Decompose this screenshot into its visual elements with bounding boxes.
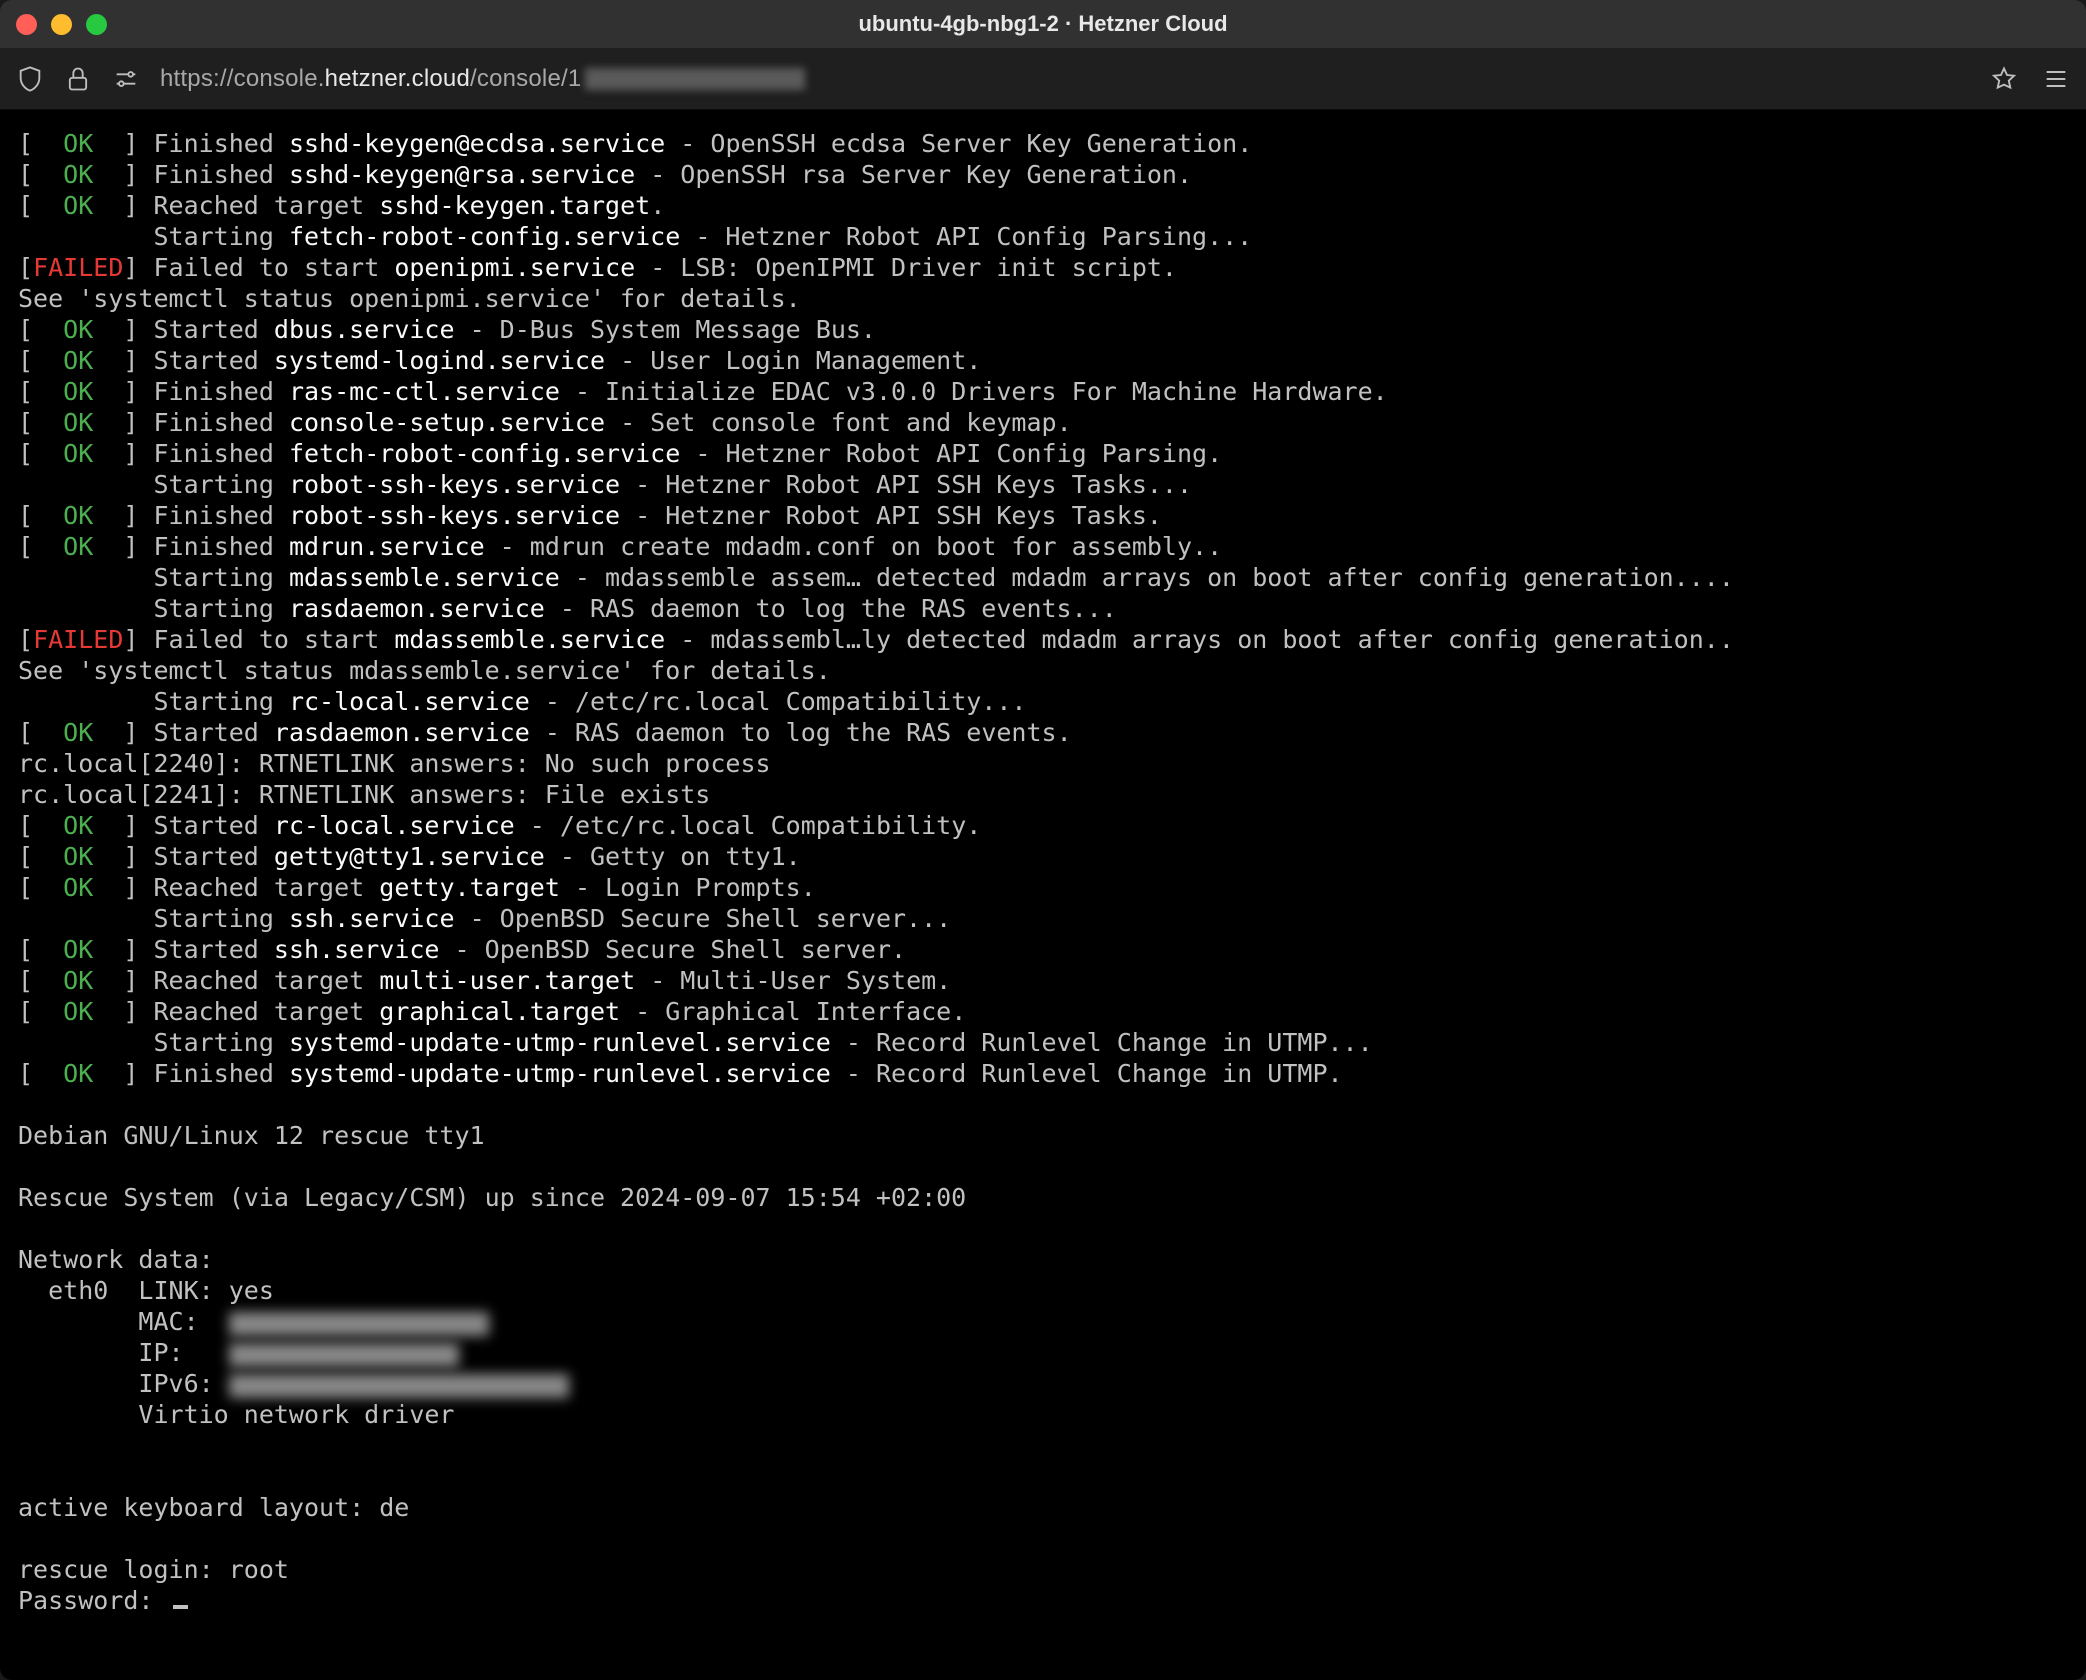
terminal-line: Starting systemd-update-utmp-runlevel.se…: [18, 1027, 2068, 1058]
terminal-line: Starting robot-ssh-keys.service - Hetzne…: [18, 469, 2068, 500]
site-settings-icon[interactable]: [112, 65, 140, 93]
terminal-line: Rescue System (via Legacy/CSM) up since …: [18, 1182, 2068, 1213]
terminal-line: [18, 1430, 2068, 1461]
terminal-line: [ OK ] Finished ras-mc-ctl.service - Ini…: [18, 376, 2068, 407]
terminal-line: Starting fetch-robot-config.service - He…: [18, 221, 2068, 252]
close-icon[interactable]: [16, 14, 37, 35]
url-proto: https://: [160, 65, 234, 92]
hamburger-menu-icon[interactable]: [2042, 65, 2070, 93]
terminal-line: Network data:: [18, 1244, 2068, 1275]
shield-icon[interactable]: [16, 65, 44, 93]
maximize-icon[interactable]: [86, 14, 107, 35]
terminal-line: rescue login: root: [18, 1554, 2068, 1585]
url-path: /console/1: [470, 65, 581, 92]
terminal-line: [18, 1151, 2068, 1182]
terminal-line: [ OK ] Reached target graphical.target -…: [18, 996, 2068, 1027]
cursor: [173, 1605, 188, 1609]
lock-icon[interactable]: [64, 65, 92, 93]
star-icon[interactable]: [1990, 65, 2018, 93]
url-bar: https://console.hetzner.cloud/console/1: [0, 48, 2086, 110]
window-controls: [16, 14, 107, 35]
terminal-line: [ OK ] Finished robot-ssh-keys.service -…: [18, 500, 2068, 531]
terminal-line: Debian GNU/Linux 12 rescue tty1: [18, 1120, 2068, 1151]
terminal-line: [18, 1213, 2068, 1244]
terminal-line: Virtio network driver: [18, 1399, 2068, 1430]
terminal-line: [ OK ] Started ssh.service - OpenBSD Sec…: [18, 934, 2068, 965]
browser-window: ubuntu-4gb-nbg1-2 · Hetzner Cloud https:…: [0, 0, 2086, 1680]
terminal-line: See 'systemctl status openipmi.service' …: [18, 283, 2068, 314]
terminal-line: [18, 1461, 2068, 1492]
url-input[interactable]: https://console.hetzner.cloud/console/1: [160, 65, 1970, 93]
terminal-line: [18, 1523, 2068, 1554]
terminal-line: rc.local[2240]: RTNETLINK answers: No su…: [18, 748, 2068, 779]
terminal-line: [FAILED] Failed to start mdassemble.serv…: [18, 624, 2068, 655]
terminal-line: [ OK ] Started rasdaemon.service - RAS d…: [18, 717, 2068, 748]
terminal-line: IPv6:: [18, 1368, 2068, 1399]
terminal-line: See 'systemctl status mdassemble.service…: [18, 655, 2068, 686]
terminal-line: Starting rc-local.service - /etc/rc.loca…: [18, 686, 2068, 717]
terminal-line: [ OK ] Finished sshd-keygen@ecdsa.servic…: [18, 128, 2068, 159]
terminal-line: [ OK ] Finished fetch-robot-config.servi…: [18, 438, 2068, 469]
terminal-line: [ OK ] Reached target multi-user.target …: [18, 965, 2068, 996]
terminal-line: Starting rasdaemon.service - RAS daemon …: [18, 593, 2068, 624]
terminal-line: active keyboard layout: de: [18, 1492, 2068, 1523]
terminal-line: Starting mdassemble.service - mdassemble…: [18, 562, 2068, 593]
minimize-icon[interactable]: [51, 14, 72, 35]
terminal-line: eth0 LINK: yes: [18, 1275, 2068, 1306]
terminal-line: [ OK ] Finished console-setup.service - …: [18, 407, 2068, 438]
terminal-line: [ OK ] Started rc-local.service - /etc/r…: [18, 810, 2068, 841]
terminal-line: [18, 1089, 2068, 1120]
terminal-line: IP:: [18, 1337, 2068, 1368]
window-title: ubuntu-4gb-nbg1-2 · Hetzner Cloud: [858, 11, 1227, 37]
terminal-line: [ OK ] Finished systemd-update-utmp-runl…: [18, 1058, 2068, 1089]
terminal-line: [ OK ] Finished sshd-keygen@rsa.service …: [18, 159, 2068, 190]
terminal-line: [ OK ] Finished mdrun.service - mdrun cr…: [18, 531, 2068, 562]
terminal[interactable]: [ OK ] Finished sshd-keygen@ecdsa.servic…: [0, 110, 2086, 1680]
terminal-line: [ OK ] Reached target sshd-keygen.target…: [18, 190, 2068, 221]
url-host-pre: console.: [234, 65, 325, 92]
terminal-line: [ OK ] Started getty@tty1.service - Gett…: [18, 841, 2068, 872]
terminal-line: [ OK ] Started systemd-logind.service - …: [18, 345, 2068, 376]
titlebar: ubuntu-4gb-nbg1-2 · Hetzner Cloud: [0, 0, 2086, 48]
url-redacted: [585, 68, 805, 90]
terminal-line: [ OK ] Reached target getty.target - Log…: [18, 872, 2068, 903]
terminal-line: [ OK ] Started dbus.service - D-Bus Syst…: [18, 314, 2068, 345]
terminal-line: rc.local[2241]: RTNETLINK answers: File …: [18, 779, 2068, 810]
terminal-line: [FAILED] Failed to start openipmi.servic…: [18, 252, 2068, 283]
url-host: hetzner.cloud: [325, 65, 470, 92]
terminal-line: MAC:: [18, 1306, 2068, 1337]
terminal-line: Starting ssh.service - OpenBSD Secure Sh…: [18, 903, 2068, 934]
password-prompt[interactable]: Password:: [18, 1585, 2068, 1616]
